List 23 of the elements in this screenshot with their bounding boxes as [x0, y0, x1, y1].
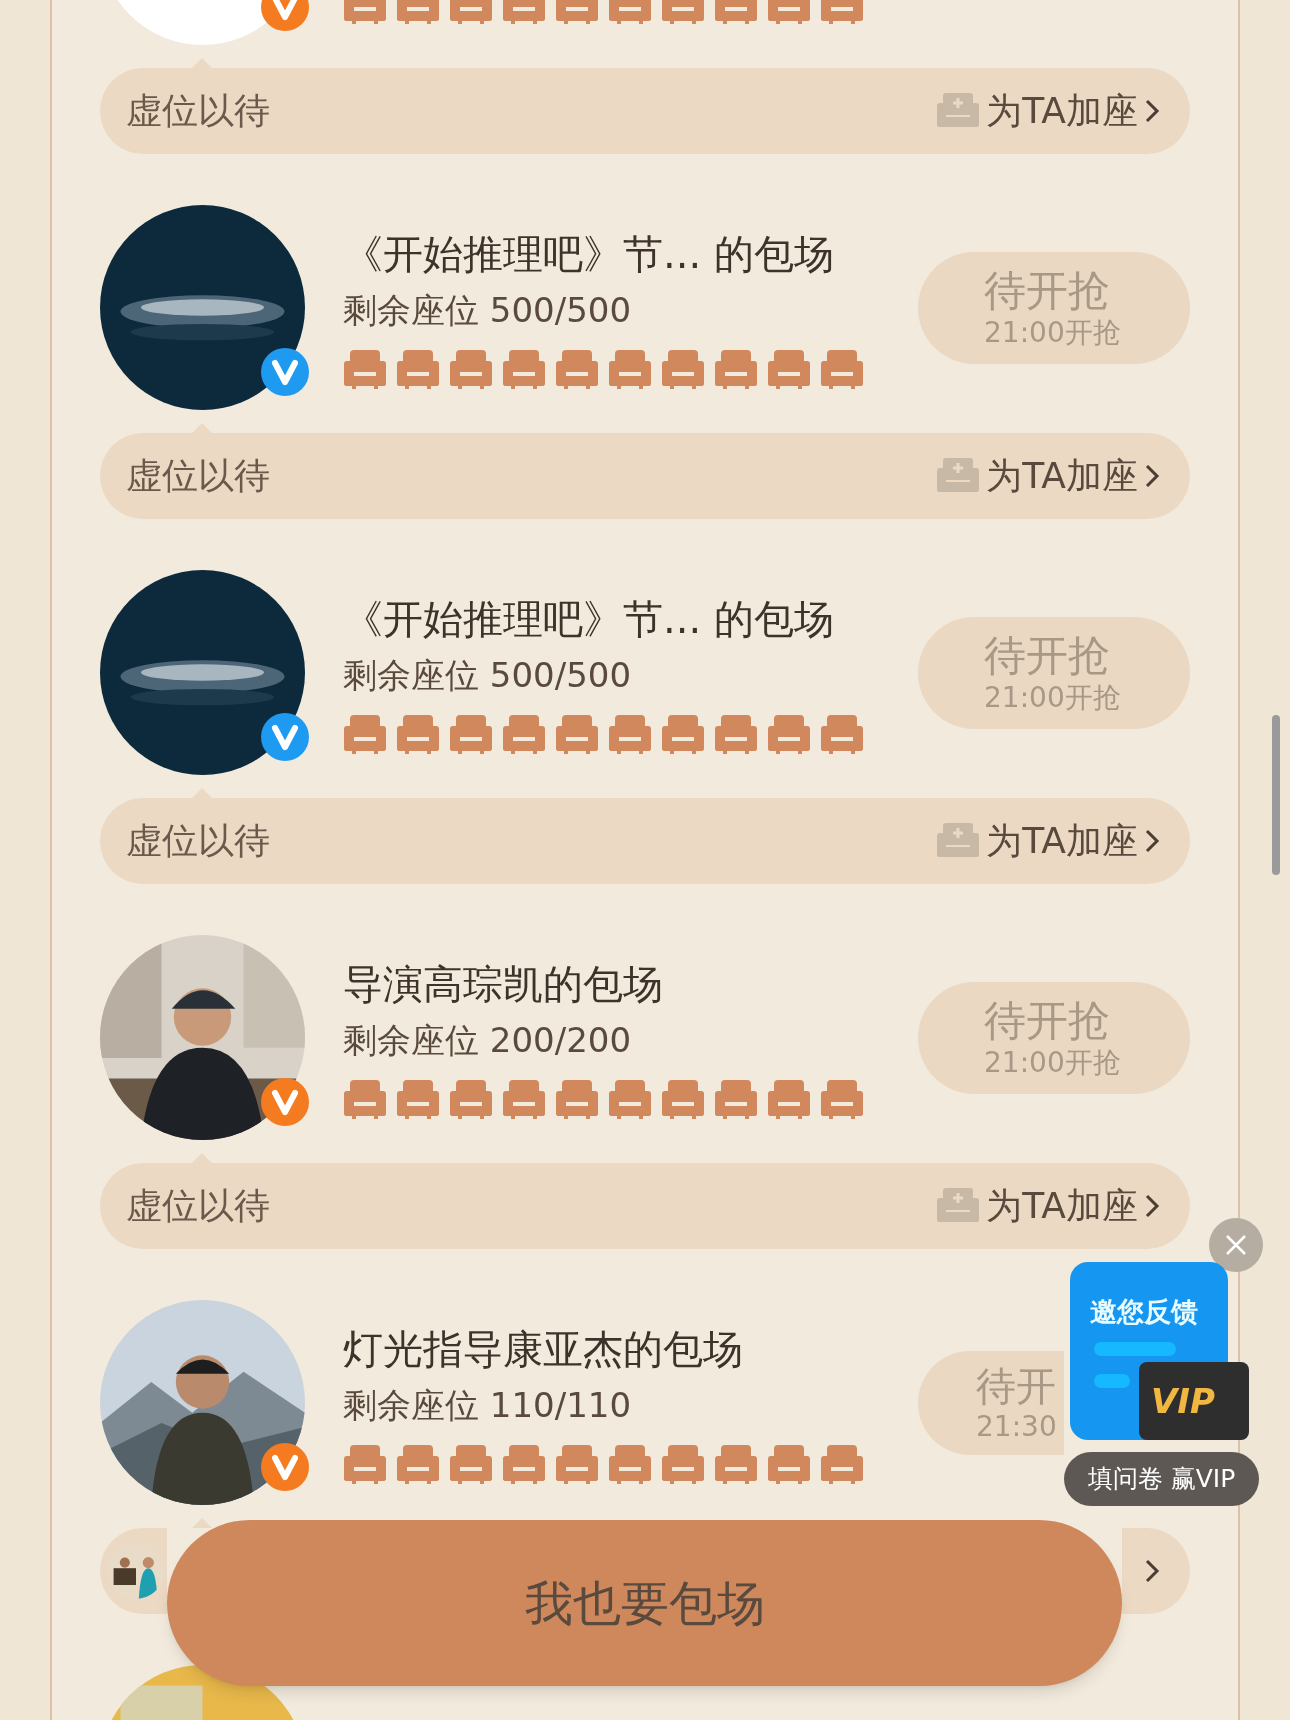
add-seat-link[interactable]: 为TA加座 [986, 814, 1138, 868]
seats-remaining: 剩余座位 110/110 [343, 1383, 633, 1427]
feedback-title: 邀您反馈 [1090, 1295, 1198, 1329]
add-seat-link[interactable]: 为TA加座 [986, 1179, 1138, 1233]
waiting-strip[interactable]: 虚位以待 为TA加座 [100, 798, 1190, 884]
strip-label: 虚位以待 [126, 820, 270, 861]
event-title[interactable]: 《开始推理吧》节... 的包场 [343, 225, 864, 282]
waiting-strip[interactable]: 虚位以待 为TA加座 [100, 433, 1190, 519]
event-title[interactable]: 灯光指导康亚杰的包场 [343, 1320, 864, 1377]
seats-remaining: 剩余座位 200/200 [343, 1018, 633, 1062]
seats-remaining: 剩余座位 500/500 [343, 288, 633, 332]
waiting-strip[interactable]: 虚位以待 为TA加座 [100, 1163, 1190, 1249]
strip-label: 虚位以待 [126, 90, 270, 131]
strip-label: 虚位以待 [126, 1185, 270, 1226]
strip-label: 虚位以待 [126, 455, 270, 496]
vip-card: VIP [1139, 1362, 1249, 1440]
add-seat-link[interactable]: 为TA加座 [986, 84, 1138, 138]
waiting-strip[interactable]: 虚位以待 为TA加座 [100, 68, 1190, 154]
event-title[interactable]: 《开始推理吧》节... 的包场 [343, 590, 864, 647]
seats-remaining: 剩余座位 500/500 [343, 653, 633, 697]
survey-caption[interactable]: 填问卷 赢VIP [1064, 1452, 1259, 1506]
event-title[interactable]: 导演高琮凯的包场 [343, 955, 864, 1012]
add-seat-link[interactable]: 为TA加座 [986, 449, 1138, 503]
